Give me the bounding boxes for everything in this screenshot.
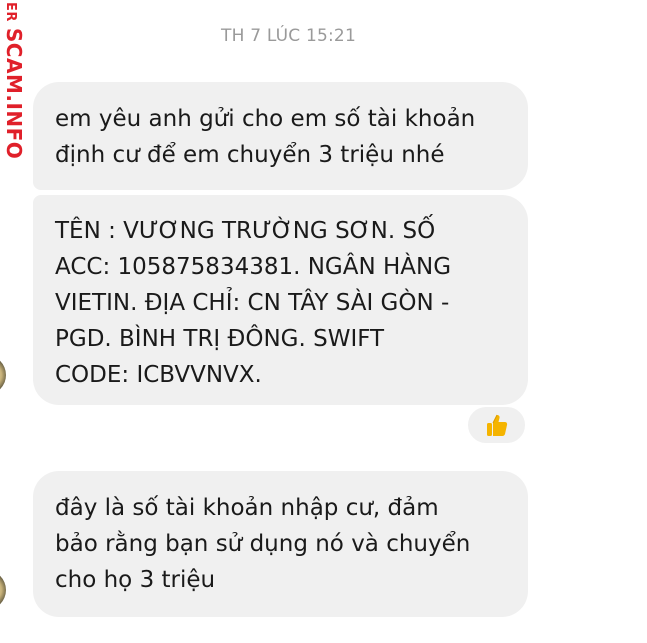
avatar[interactable] — [0, 570, 6, 610]
avatar[interactable] — [0, 355, 6, 395]
message-line: đây là số tài khoản nhập cư, đảm — [55, 495, 439, 521]
watermark-prefix: ER — [3, 2, 18, 22]
message-bubble[interactable]: em yêu anh gửi cho em số tài khoản định … — [33, 82, 528, 190]
reaction-badge[interactable] — [466, 405, 527, 445]
message-bubble[interactable]: đây là số tài khoản nhập cư, đảm bảo rằn… — [33, 471, 528, 617]
message-line: em yêu anh gửi cho em số tài khoản — [55, 106, 476, 132]
watermark-main: SCAM.INFO — [2, 27, 26, 160]
message-line: ACC: 105875834381. NGÂN HÀNG — [55, 254, 452, 280]
message-line: CODE: ICBVVNVX. — [55, 362, 262, 388]
message-timestamp: TH 7 LÚC 15:21 — [221, 26, 356, 46]
message-line: cho họ 3 triệu — [55, 567, 216, 593]
message-line: TÊN : VƯƠNG TRƯỜNG SƠN. SỐ — [55, 218, 436, 244]
message-line: PGD. BÌNH TRỊ ĐÔNG. SWIFT — [55, 326, 385, 352]
message-line: VIETIN. ĐỊA CHỈ: CN TÂY SÀI GÒN - — [55, 290, 450, 316]
watermark: ER SCAM.INFO — [0, 0, 28, 159]
message-line: định cư để em chuyển 3 triệu nhé — [55, 142, 445, 168]
message-bubble[interactable]: TÊN : VƯƠNG TRƯỜNG SƠN. SỐ ACC: 10587583… — [33, 195, 528, 405]
thumbs-up-icon — [486, 414, 507, 436]
message-line: bảo rằng bạn sử dụng nó và chuyển — [55, 531, 471, 557]
